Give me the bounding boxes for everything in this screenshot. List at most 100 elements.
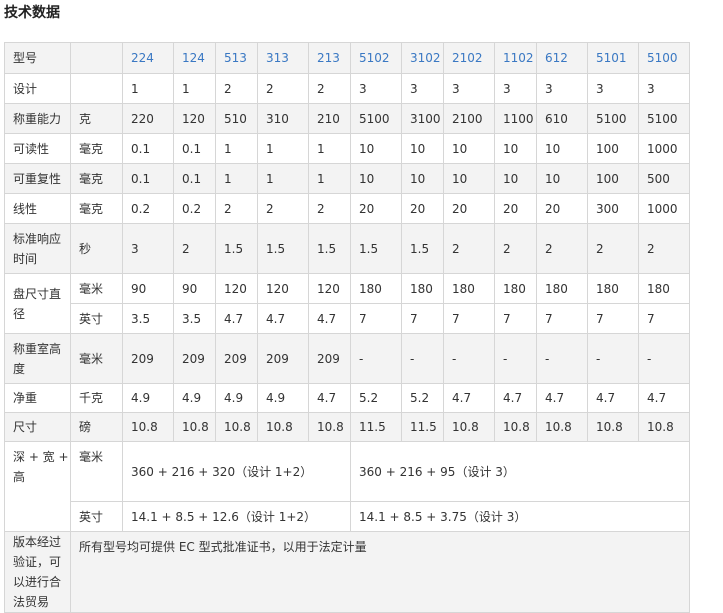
value-cell: 300 [587,193,639,224]
row-label: 盘尺寸直径 [4,273,71,334]
value-cell: 10 [536,163,588,194]
model-name: 612 [536,42,588,74]
model-name: 513 [215,42,258,74]
pan-size-inch-row: 英寸 3.5 3.5 4.7 4.7 4.7 7 7 7 7 7 7 7 [5,303,690,334]
value-cell: 20 [350,193,402,224]
value-cell: 7 [638,303,690,334]
dims-row: 深 + 宽 + 高毫米 360 + 216 + 320（设计 1+2） 360 + … [4,441,690,532]
value-cell: 0.1 [173,163,216,194]
value-cell: 120 [257,273,309,304]
unit-cell: 英寸 [70,303,123,334]
value-cell: 180 [494,273,537,304]
value-cell: 7 [443,303,495,334]
value-cell: 209 [122,333,174,384]
unit-cell: 毫克 [70,133,123,164]
value-cell: 2 [257,193,309,224]
row-label: 可重复性 [4,163,71,194]
value-cell: 1 [122,73,174,104]
model-name: 124 [173,42,216,74]
value-cell: 360 + 216 + 95（设计 3） [350,441,690,502]
value-cell: 2 [638,223,690,274]
value-cell: - [536,333,588,384]
row-label: 称重能力 [4,103,71,134]
value-cell: 1.5 [257,223,309,274]
value-cell: 2 [257,73,309,104]
value-cell: 7 [587,303,639,334]
value-cell: 120 [308,273,351,304]
value-cell: 500 [638,163,690,194]
value-cell: 180 [350,273,402,304]
value-cell: 3 [638,73,690,104]
value-cell: 209 [173,333,216,384]
row-label: 称重室高度 [4,333,71,384]
value-cell: - [638,333,690,384]
model-name: 5101 [587,42,639,74]
value-cell: 20 [401,193,444,224]
value-cell: 210 [308,103,351,134]
unit-cell [70,73,123,104]
certification-row: 版本经过验证，可以进行合法贸易 所有型号均可提供 EC 型式批准证书，以用于法定计… [4,531,690,613]
value-cell: 220 [122,103,174,134]
value-cell: 10.8 [587,412,639,442]
value-cell: 10.8 [173,412,216,442]
value-cell: 5.2 [401,383,444,413]
value-cell: 10.8 [257,412,309,442]
value-cell: 2 [215,73,258,104]
value-cell: 10.8 [122,412,174,442]
value-cell: 5.2 [350,383,402,413]
value-cell: 4.9 [215,383,258,413]
value-cell: 1000 [638,193,690,224]
value-cell: 10.8 [494,412,537,442]
value-cell: 3 [401,73,444,104]
page-title: 技术数据 [4,5,60,21]
value-cell: 4.7 [443,383,495,413]
value-cell: 2100 [443,103,495,134]
chamber_height-row: 称重室高度 毫米 209 209 209 209 209- - - - - - - [4,333,690,384]
value-cell: 2 [308,193,351,224]
value-cell: - [443,333,495,384]
value-cell: 1.5 [350,223,402,274]
unit-cell: 千克 [70,383,123,413]
value-cell: 209 [257,333,309,384]
capacity-row: 称重能力克 220 120 510 310 210 5100 3100 2100 1100 610 5… [4,103,690,134]
value-cell: 7 [494,303,537,334]
value-cell: 180 [401,273,444,304]
value-cell: 2 [494,223,537,274]
model-row: 型号 224 124 513 313 213 5102 3102 2102 1102 612 5101… [4,42,690,74]
value-cell: 10 [350,133,402,164]
value-cell: 310 [257,103,309,134]
value-cell: 10.8 [308,412,351,442]
row-label: 净重 [4,383,71,413]
model-name: 5102 [350,42,402,74]
value-cell: 20 [536,193,588,224]
value-cell: 3 [587,73,639,104]
value-cell: 209 [308,333,351,384]
unit-cell: 磅 [70,412,123,442]
value-cell: 180 [587,273,639,304]
value-cell: 4.7 [587,383,639,413]
value-cell: 11.5 [350,412,402,442]
value-cell: 1100 [494,103,537,134]
value-cell: 2 [173,223,216,274]
value-cell: 4.7 [308,303,351,334]
row-label: 型号 [4,42,71,74]
value-cell: 4.9 [257,383,309,413]
value-cell: 3.5 [122,303,174,334]
value-cell: 90 [173,273,216,304]
model-name: 5100 [638,42,690,74]
value-cell: 20 [494,193,537,224]
unit-cell: 毫米 [70,273,123,304]
net_weight-row: 净重 千克 4.9 4.9 4.9 4.9 4.7 5.2 5.2 4.7 4.7 4.7 4.7 4.7 [4,383,690,413]
model-name: 224 [122,42,174,74]
value-cell: 10.8 [638,412,690,442]
spec-table: 型号 224 124 513 313 213 5102 3102 2102 1102 612 5101… [4,42,690,613]
value-cell: 209 [215,333,258,384]
value-cell: 120 [215,273,258,304]
value-cell: 14.1 + 8.5 + 3.75（设计 3） [350,501,690,532]
unit-cell: 秒 [70,223,123,274]
value-cell: 1.5 [215,223,258,274]
value-cell: - [401,333,444,384]
unit-cell: 毫克 [70,193,123,224]
value-cell: 1 [173,73,216,104]
unit-cell: 毫米 [70,441,123,502]
